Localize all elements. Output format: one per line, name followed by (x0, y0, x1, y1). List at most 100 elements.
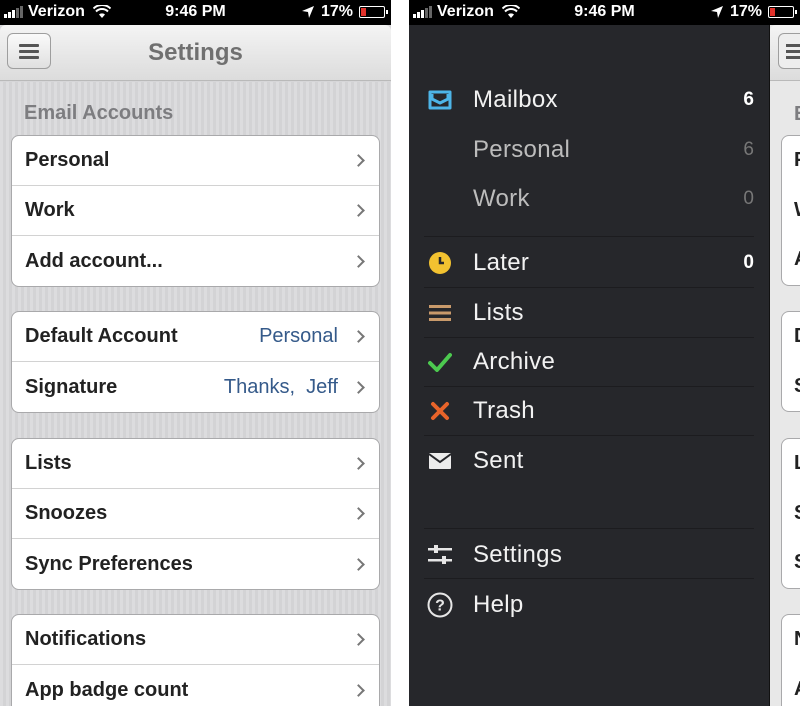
drawer-item-trash[interactable]: Trash (409, 386, 769, 436)
lists-row[interactable]: Lists (12, 439, 379, 489)
peek-letter: L (794, 452, 800, 475)
settings-screen: Verizon 9:46 PM 17% Settings Email Accou… (0, 0, 391, 706)
location-arrow-icon (710, 6, 723, 18)
peek-letter: P (794, 149, 800, 172)
status-bar: Verizon 9:46 PM 17% (409, 0, 800, 25)
drawer-item-personal[interactable]: Personal 6 (409, 125, 769, 175)
drawer-item-settings[interactable]: Settings (409, 530, 769, 580)
default-account-row[interactable]: Default Account Personal (12, 312, 379, 362)
peek-letter: E (794, 103, 800, 126)
divider (424, 528, 754, 529)
chevron-right-icon (352, 330, 365, 343)
unread-count: 0 (743, 188, 754, 209)
drawer-item-label: Personal (473, 136, 571, 163)
drawer-item-later[interactable]: Later 0 (409, 238, 769, 288)
peek-nav-bar (770, 25, 800, 81)
drawer-item-label: Archive (473, 348, 556, 375)
peek-letter: A (794, 248, 800, 271)
peeking-settings-panel[interactable]: E P W A D S L S S N A (769, 25, 800, 706)
peek-letter: D (794, 325, 800, 348)
accounts-group: Personal Work Add account... (11, 135, 380, 287)
notifications-row[interactable]: Notifications (12, 615, 379, 665)
drawer-item-lists[interactable]: Lists (409, 288, 769, 338)
drawer-item-work[interactable]: Work 0 (409, 174, 769, 224)
unread-count: 6 (743, 139, 754, 160)
row-label: Personal (25, 149, 110, 171)
chevron-right-icon (352, 380, 365, 394)
divider (424, 578, 754, 579)
side-drawer: Mailbox 6 Personal 6 Work 0 Later 0 List… (409, 25, 769, 706)
account-row-work[interactable]: Work (12, 186, 379, 236)
row-label: Sync Preferences (25, 552, 193, 575)
hamburger-icon (786, 43, 800, 47)
status-right: 17% (710, 3, 797, 21)
question-circle-icon: ? (427, 592, 453, 618)
drawer-item-label: Work (473, 185, 530, 212)
battery-icon (359, 6, 388, 18)
alerts-group: Notifications App badge count (11, 614, 380, 706)
app-badge-count-row[interactable]: App badge count (12, 665, 379, 706)
row-label: Signature (25, 375, 118, 398)
drawer-item-mailbox[interactable]: Mailbox 6 (409, 75, 769, 125)
defaults-group: Default Account Personal Signature Thank… (11, 311, 380, 413)
chevron-right-icon (352, 633, 365, 646)
list-icon (427, 301, 453, 325)
sync-preferences-row[interactable]: Sync Preferences (12, 539, 379, 589)
divider (424, 236, 754, 237)
account-row-personal[interactable]: Personal (12, 136, 379, 186)
status-right: 17% (301, 3, 388, 21)
signature-row[interactable]: Signature Thanks, Jeff (12, 362, 379, 412)
chevron-right-icon (352, 557, 365, 571)
row-label: App badge count (25, 678, 189, 701)
row-label: Snoozes (25, 502, 108, 524)
peek-letter: S (794, 551, 800, 574)
clock-icon (427, 251, 453, 275)
drawer-item-help[interactable]: ? Help (409, 580, 769, 630)
battery-percent: 17% (320, 3, 353, 20)
row-label: Notifications (25, 628, 147, 650)
misc-group: Lists Snoozes Sync Preferences (11, 438, 380, 590)
row-label: Default Account (25, 325, 178, 347)
drawer-item-label: Mailbox (473, 86, 558, 113)
peek-letter: A (794, 678, 800, 701)
peek-letter: W (794, 199, 800, 222)
x-icon (427, 399, 453, 423)
mailbox-tray-icon (427, 88, 453, 112)
checkmark-icon (427, 350, 453, 374)
drawer-item-label: Help (473, 591, 524, 618)
row-label: Work (25, 199, 75, 221)
peek-letter: S (794, 502, 800, 525)
battery-percent: 17% (729, 3, 762, 20)
drawer-item-label: Sent (473, 447, 524, 474)
nav-bar: Settings (0, 25, 391, 81)
envelope-icon (427, 449, 453, 473)
section-header-email-accounts: Email Accounts (24, 102, 174, 124)
snoozes-row[interactable]: Snoozes (12, 489, 379, 539)
peek-letter: S (794, 375, 800, 398)
row-value: Personal (259, 325, 338, 347)
peek-letter: N (794, 628, 800, 651)
status-bar: Verizon 9:46 PM 17% (0, 0, 391, 25)
settings-list[interactable]: Email Accounts Personal Work Add account… (0, 82, 391, 706)
chevron-right-icon (352, 457, 365, 470)
row-value: Thanks, Jeff (223, 375, 338, 398)
drawer-item-label: Trash (473, 397, 535, 424)
drawer-item-sent[interactable]: Sent (409, 436, 769, 486)
add-account-row[interactable]: Add account... (12, 236, 379, 286)
battery-icon (768, 6, 797, 18)
menu-button[interactable] (778, 33, 800, 69)
page-title: Settings (148, 39, 243, 66)
location-arrow-icon (301, 6, 314, 18)
chevron-right-icon (352, 204, 365, 217)
chevron-right-icon (352, 507, 365, 520)
chevron-right-icon (352, 683, 365, 697)
unread-count: 0 (743, 252, 754, 273)
drawer-item-archive[interactable]: Archive (409, 337, 769, 387)
sliders-icon (427, 543, 453, 567)
menu-screen: Verizon 9:46 PM 17% Mailbox 6 Personal 6… (409, 0, 800, 706)
row-label: Lists (25, 452, 72, 474)
drawer-item-label: Settings (473, 541, 563, 568)
drawer-item-label: Later (473, 249, 530, 276)
chevron-right-icon (352, 154, 365, 167)
row-label: Add account... (25, 249, 163, 272)
